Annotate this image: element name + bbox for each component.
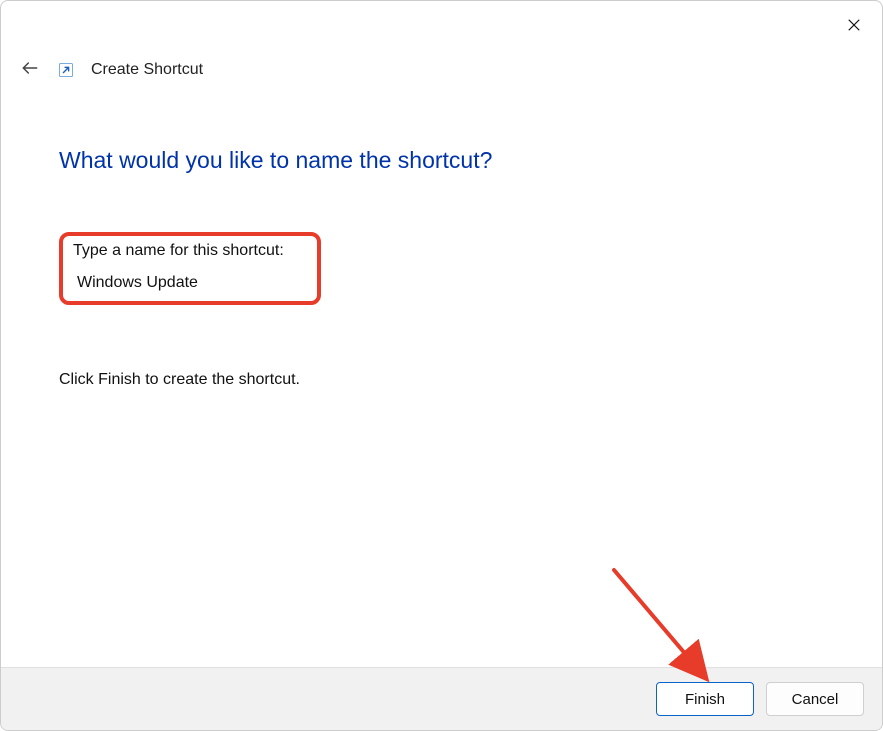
titlebar-actions: [1, 1, 882, 41]
shortcut-name-input[interactable]: [71, 268, 311, 297]
dialog-title: Create Shortcut: [91, 61, 203, 79]
back-arrow-icon: [20, 58, 40, 83]
annotation-highlight-box: Type a name for this shortcut:: [59, 232, 321, 305]
name-field-wrapper: Type a name for this shortcut:: [59, 232, 824, 305]
back-button[interactable]: [19, 59, 41, 81]
dialog-header: Create Shortcut: [1, 41, 882, 85]
close-button[interactable]: [840, 13, 868, 41]
finish-button[interactable]: Finish: [656, 682, 754, 716]
dialog-content: What would you like to name the shortcut…: [1, 85, 882, 667]
page-heading: What would you like to name the shortcut…: [59, 147, 824, 174]
name-field-label: Type a name for this shortcut:: [71, 242, 309, 260]
shortcut-icon: [57, 61, 75, 79]
instruction-text: Click Finish to create the shortcut.: [59, 371, 824, 389]
close-icon: [845, 16, 863, 39]
cancel-button[interactable]: Cancel: [766, 682, 864, 716]
dialog-footer: Finish Cancel: [1, 667, 882, 730]
create-shortcut-dialog: Create Shortcut What would you like to n…: [0, 0, 883, 731]
